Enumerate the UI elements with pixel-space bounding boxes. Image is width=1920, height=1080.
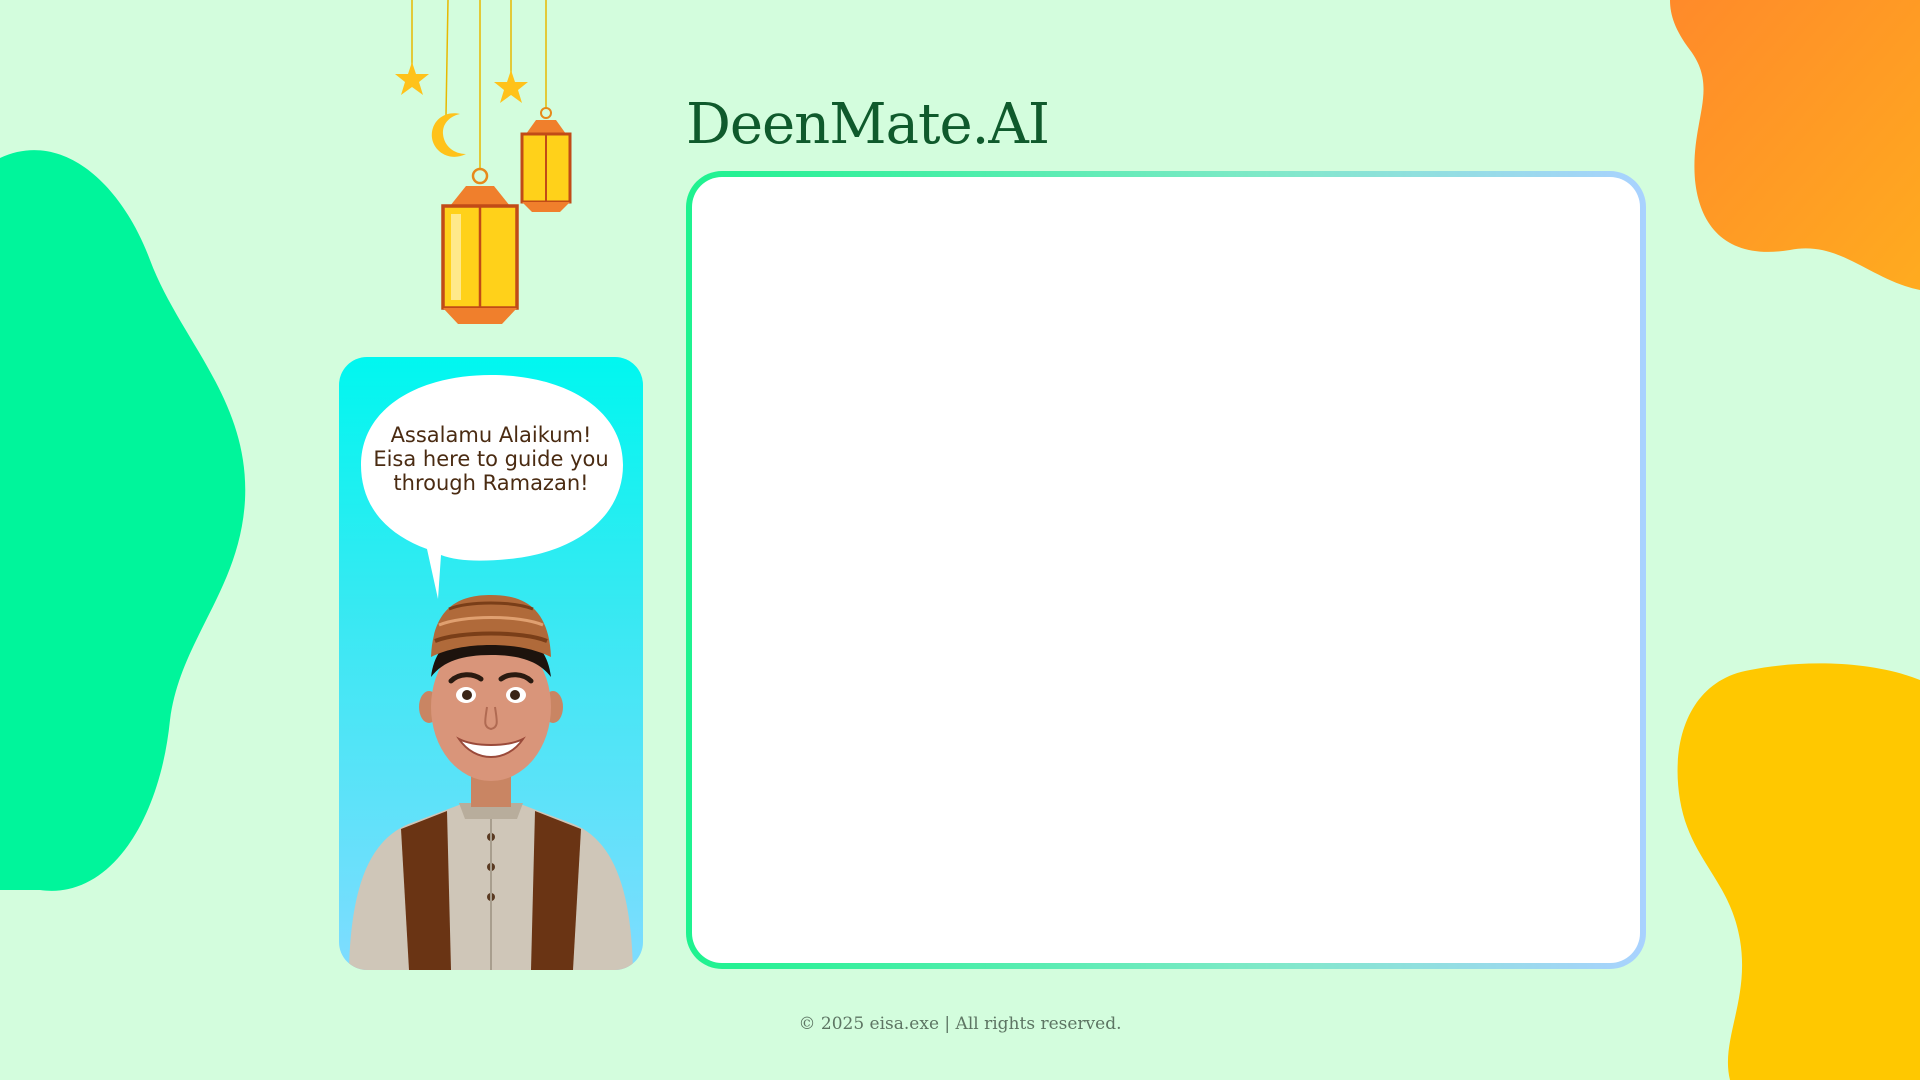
footer-copyright: © 2025 eisa.exe | All rights reserved. (798, 1014, 1122, 1034)
greeting-line: Eisa here to guide you (373, 447, 609, 471)
greeting-line: through Ramazan! (393, 471, 589, 495)
chat-panel-frame (686, 171, 1646, 969)
hanging-lanterns-decoration (395, 0, 572, 324)
crescent-moon-icon (431, 113, 466, 157)
assistant-greeting: Assalamu Alaikum! Eisa here to guide you… (359, 423, 623, 495)
assistant-card: Assalamu Alaikum! Eisa here to guide you… (339, 357, 643, 970)
chat-panel[interactable] (692, 177, 1640, 963)
brand-title: DeenMate.AI (686, 92, 1050, 157)
assistant-avatar (349, 595, 633, 970)
greeting-line: Assalamu Alaikum! (390, 423, 592, 447)
orange-blob-decoration (1670, 0, 1920, 290)
lantern-icon (441, 167, 519, 324)
lantern-icon (520, 107, 572, 212)
green-blob-decoration (0, 150, 246, 891)
star-icon (494, 70, 528, 103)
star-icon (395, 62, 429, 95)
